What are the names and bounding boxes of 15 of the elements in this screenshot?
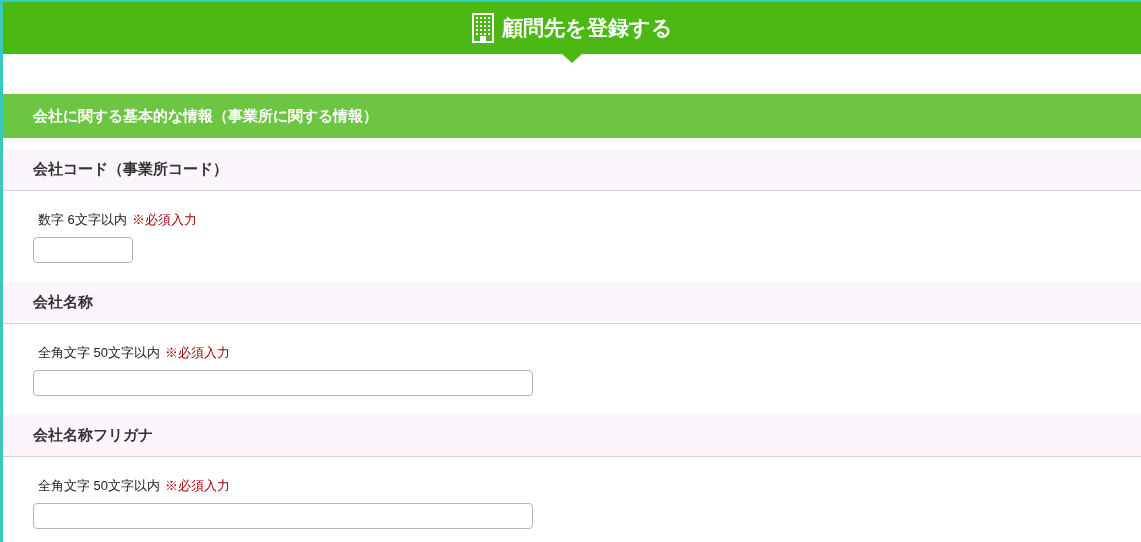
required-note: ※必須入力 bbox=[165, 477, 231, 495]
field-hint: 全角文字 50文字以内 bbox=[38, 477, 161, 495]
field-hint: 数字 6文字以内 bbox=[38, 211, 127, 229]
text-input[interactable] bbox=[33, 237, 133, 263]
building-icon bbox=[471, 13, 494, 43]
page-title: 顧問先を登録する bbox=[501, 15, 673, 42]
field-label: 会社コード（事業所コード） bbox=[33, 159, 228, 180]
text-input[interactable] bbox=[33, 370, 533, 396]
text-input[interactable] bbox=[33, 503, 533, 529]
required-note: ※必須入力 bbox=[165, 344, 231, 362]
field-label: 会社名称フリガナ bbox=[33, 425, 153, 446]
field-hint: 全角文字 50文字以内 bbox=[38, 344, 161, 362]
field-label: 会社名称 bbox=[33, 292, 93, 313]
required-note: ※必須入力 bbox=[131, 211, 197, 229]
section-title: 会社に関する基本的な情報（事業所に関する情報） bbox=[33, 105, 378, 126]
